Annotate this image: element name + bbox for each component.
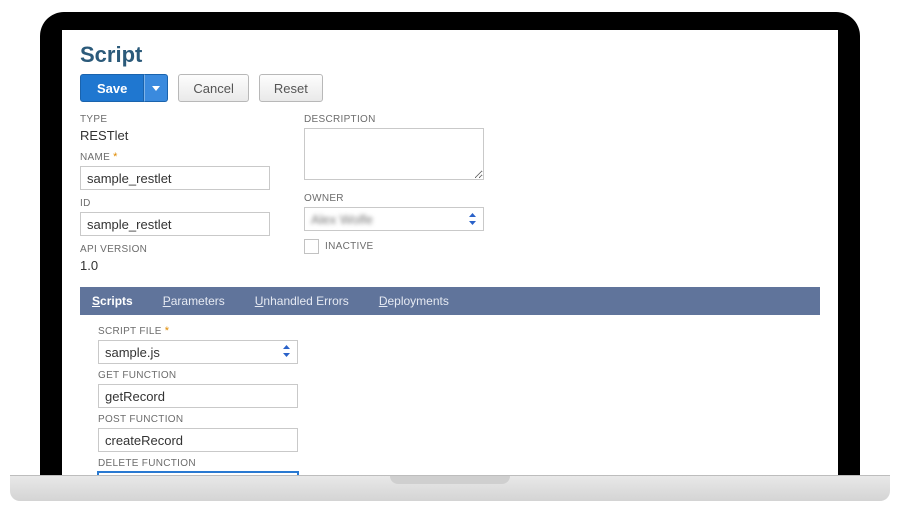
app-screen: Script Save Cancel Reset TYPE RESTlet bbox=[62, 30, 838, 475]
name-input[interactable] bbox=[80, 166, 270, 190]
field-delete-function: DELETE FUNCTION bbox=[98, 458, 820, 475]
field-script-file: SCRIPT FILE* sample.js bbox=[98, 325, 820, 364]
inactive-label: INACTIVE bbox=[325, 241, 374, 252]
field-api-version: API VERSION 1.0 bbox=[80, 244, 270, 273]
type-label: TYPE bbox=[80, 114, 270, 125]
delete-function-label: DELETE FUNCTION bbox=[98, 458, 820, 469]
tab-deployments[interactable]: Deployments bbox=[373, 288, 455, 314]
tab-unhandled-errors[interactable]: Unhandled Errors bbox=[249, 288, 355, 314]
id-label: ID bbox=[80, 198, 270, 209]
laptop-frame: Script Save Cancel Reset TYPE RESTlet bbox=[40, 12, 860, 501]
get-function-label: GET FUNCTION bbox=[98, 370, 820, 381]
owner-label: OWNER bbox=[304, 193, 484, 204]
owner-value: Alex Wolfe bbox=[311, 212, 373, 227]
scripts-tab-panel: SCRIPT FILE* sample.js GET FUNCTION POST… bbox=[80, 315, 820, 475]
save-dropdown-button[interactable] bbox=[144, 74, 168, 102]
field-description: DESCRIPTION bbox=[304, 114, 484, 185]
page-title: Script bbox=[80, 42, 820, 68]
name-label: NAME* bbox=[80, 151, 270, 163]
script-file-label: SCRIPT FILE* bbox=[98, 325, 820, 337]
field-owner: OWNER Alex Wolfe bbox=[304, 193, 484, 231]
api-version-label: API VERSION bbox=[80, 244, 270, 255]
owner-select[interactable]: Alex Wolfe bbox=[304, 207, 484, 231]
inactive-checkbox[interactable] bbox=[304, 239, 319, 254]
field-get-function: GET FUNCTION bbox=[98, 370, 820, 408]
field-id: ID bbox=[80, 198, 270, 236]
form-columns: TYPE RESTlet NAME* ID API VERSION 1.0 bbox=[80, 114, 820, 281]
post-function-input[interactable] bbox=[98, 428, 298, 452]
toolbar: Save Cancel Reset bbox=[80, 74, 820, 102]
id-input[interactable] bbox=[80, 212, 270, 236]
field-type: TYPE RESTlet bbox=[80, 114, 270, 143]
field-post-function: POST FUNCTION bbox=[98, 414, 820, 452]
chevron-down-icon bbox=[152, 86, 160, 91]
description-label: DESCRIPTION bbox=[304, 114, 484, 125]
get-function-input[interactable] bbox=[98, 384, 298, 408]
reset-button[interactable]: Reset bbox=[259, 74, 323, 102]
script-file-select[interactable]: sample.js bbox=[98, 340, 298, 364]
type-value: RESTlet bbox=[80, 128, 270, 143]
tab-scripts[interactable]: Scripts bbox=[86, 288, 139, 314]
field-inactive: INACTIVE bbox=[304, 239, 484, 254]
tab-bar: Scripts Parameters Unhandled Errors Depl… bbox=[80, 287, 820, 315]
post-function-label: POST FUNCTION bbox=[98, 414, 820, 425]
required-star-icon: * bbox=[113, 151, 118, 163]
laptop-base bbox=[10, 475, 890, 501]
description-textarea[interactable] bbox=[304, 128, 484, 180]
save-button[interactable]: Save bbox=[80, 74, 144, 102]
script-file-value: sample.js bbox=[105, 345, 160, 360]
api-version-value: 1.0 bbox=[80, 258, 270, 273]
left-column: TYPE RESTlet NAME* ID API VERSION 1.0 bbox=[80, 114, 270, 281]
save-button-group: Save bbox=[80, 74, 168, 102]
field-name: NAME* bbox=[80, 151, 270, 190]
screen-bezel: Script Save Cancel Reset TYPE RESTlet bbox=[40, 12, 860, 475]
tab-parameters[interactable]: Parameters bbox=[157, 288, 231, 314]
required-star-icon: * bbox=[165, 325, 170, 337]
chevron-updown-icon bbox=[468, 213, 477, 225]
chevron-updown-icon bbox=[282, 345, 291, 360]
right-column: DESCRIPTION OWNER Alex Wolfe bbox=[304, 114, 484, 281]
cancel-button[interactable]: Cancel bbox=[178, 74, 248, 102]
